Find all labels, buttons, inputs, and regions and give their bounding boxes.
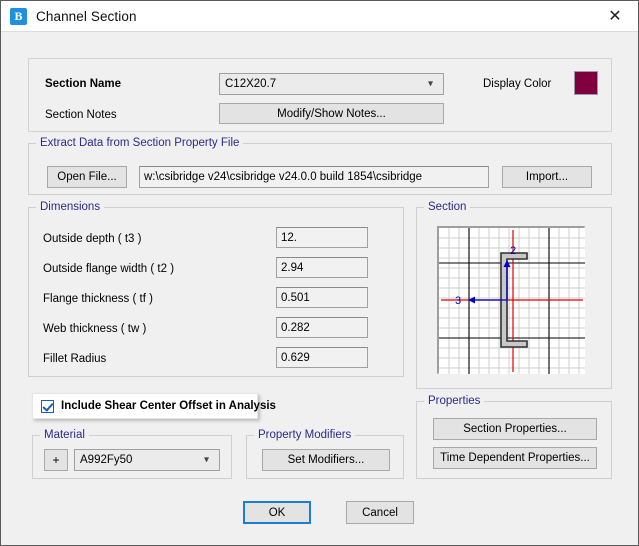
include-shear-center-offset-checkbox[interactable]: Include Shear Center Offset in Analysis bbox=[32, 393, 258, 419]
extract-data-group-title: Extract Data from Section Property File bbox=[36, 137, 243, 149]
property-modifiers-group: Property Modifiers Set Modifiers... bbox=[246, 435, 404, 479]
section-name-label: Section Name bbox=[45, 78, 121, 90]
property-modifiers-group-title: Property Modifiers bbox=[254, 429, 355, 441]
properties-group-title: Properties bbox=[424, 395, 484, 407]
chevron-down-icon: ▾ bbox=[204, 456, 213, 465]
ok-button[interactable]: OK bbox=[243, 501, 311, 524]
section-name-combo[interactable]: C12X20.7 ▾ bbox=[219, 73, 444, 95]
modify-show-notes-button[interactable]: Modify/Show Notes... bbox=[219, 103, 444, 124]
channel-section-dialog: B Channel Section ✕ Section Name C12X20.… bbox=[0, 0, 639, 546]
properties-group: Properties Section Properties... Time De… bbox=[416, 401, 612, 479]
dimension-label-1: Outside flange width ( t2 ) bbox=[43, 263, 174, 275]
extract-data-group: Extract Data from Section Property File … bbox=[28, 143, 612, 195]
import-button[interactable]: Import... bbox=[502, 166, 592, 188]
section-preview-canvas: 2 3 bbox=[437, 226, 585, 374]
dimension-label-2: Flange thickness ( tf ) bbox=[43, 293, 153, 305]
close-icon[interactable]: ✕ bbox=[592, 1, 638, 31]
dimension-label-4: Fillet Radius bbox=[43, 353, 106, 365]
dimension-input-3[interactable]: 0.282 bbox=[276, 317, 368, 338]
section-name-value: C12X20.7 bbox=[225, 78, 276, 90]
dimension-input-0[interactable]: 12. bbox=[276, 227, 368, 248]
dimension-input-1[interactable]: 2.94 bbox=[276, 257, 368, 278]
window-title: Channel Section bbox=[36, 9, 137, 24]
material-value: A992Fy50 bbox=[80, 454, 132, 466]
section-preview-group: Section bbox=[416, 207, 612, 389]
dimension-label-3: Web thickness ( tw ) bbox=[43, 323, 146, 335]
material-group: Material + A992Fy50 ▾ bbox=[32, 435, 232, 479]
dimension-input-4[interactable]: 0.629 bbox=[276, 347, 368, 368]
axis-3-label: 3 bbox=[455, 295, 461, 307]
display-color-label: Display Color bbox=[483, 78, 551, 90]
display-color-swatch[interactable] bbox=[574, 71, 598, 95]
dimension-input-2[interactable]: 0.501 bbox=[276, 287, 368, 308]
dimensions-group-title: Dimensions bbox=[36, 201, 104, 213]
file-path-input[interactable]: w:\csibridge v24\csibridge v24.0.0 build… bbox=[139, 166, 489, 188]
section-properties-button[interactable]: Section Properties... bbox=[433, 418, 597, 440]
set-modifiers-button[interactable]: Set Modifiers... bbox=[262, 449, 390, 471]
include-shear-center-offset-label: Include Shear Center Offset in Analysis bbox=[61, 400, 276, 412]
section-preview-group-title: Section bbox=[424, 201, 470, 213]
section-shape-drawing: 2 3 bbox=[439, 228, 585, 374]
chevron-down-icon: ▾ bbox=[428, 80, 437, 89]
title-bar: B Channel Section ✕ bbox=[1, 1, 638, 32]
material-combo[interactable]: A992Fy50 ▾ bbox=[74, 449, 220, 471]
section-header-panel: Section Name C12X20.7 ▾ Section Notes Mo… bbox=[28, 58, 612, 132]
checkbox-checked-icon bbox=[41, 400, 54, 413]
add-material-button[interactable]: + bbox=[44, 449, 68, 471]
time-dependent-properties-button[interactable]: Time Dependent Properties... bbox=[433, 447, 597, 469]
cancel-button[interactable]: Cancel bbox=[346, 501, 414, 524]
dimension-label-0: Outside depth ( t3 ) bbox=[43, 233, 141, 245]
axis-2-label: 2 bbox=[510, 245, 516, 257]
section-notes-label: Section Notes bbox=[45, 109, 117, 121]
dimensions-group: Dimensions Outside depth ( t3 ) 12. Outs… bbox=[28, 207, 404, 377]
open-file-button[interactable]: Open File... bbox=[47, 166, 127, 188]
csibridge-b-icon: B bbox=[10, 8, 27, 25]
material-group-title: Material bbox=[40, 429, 89, 441]
